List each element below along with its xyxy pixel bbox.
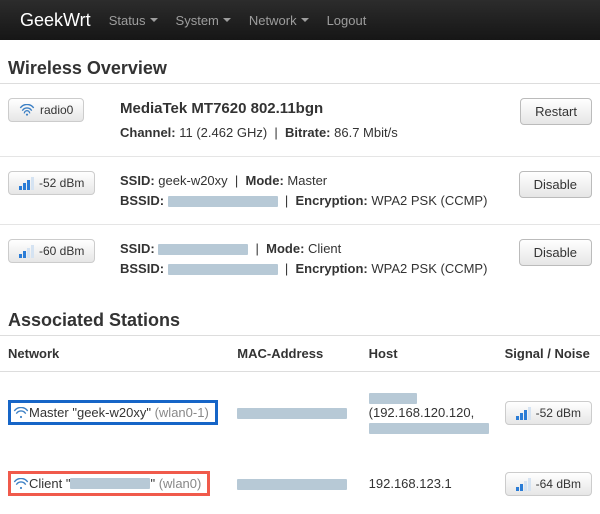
chevron-down-icon bbox=[301, 18, 309, 22]
station-signal-master[interactable]: -52 dBm bbox=[505, 401, 592, 425]
navbar: GeekWrt Status System Network Logout bbox=[0, 0, 600, 40]
stations-table: Network MAC-Address Host Signal / Noise … bbox=[0, 335, 600, 514]
signal-bars-icon bbox=[19, 244, 35, 258]
mode-label: Mode: bbox=[266, 241, 304, 256]
bitrate-label: Bitrate: bbox=[285, 125, 331, 140]
ssid-value: geek-w20xy bbox=[158, 173, 227, 188]
signal-bars-icon bbox=[516, 406, 532, 420]
radio0-button[interactable]: radio0 bbox=[8, 98, 84, 122]
ssid-row-master: -52 dBm SSID: geek-w20xy | Mode: Master … bbox=[0, 157, 600, 225]
net-prefix: Master " bbox=[29, 405, 77, 420]
network-cell-client[interactable]: Client " " (wlan0) bbox=[8, 471, 210, 496]
mode-value: Client bbox=[308, 241, 341, 256]
net-iface: (wlan0-1) bbox=[155, 405, 209, 420]
signal-bars-icon bbox=[19, 176, 35, 190]
net-name: geek-w20xy bbox=[77, 405, 146, 420]
net-suffix: " bbox=[146, 405, 151, 420]
ssid-label: SSID: bbox=[120, 173, 155, 188]
host-ip: 192.168.123.1 bbox=[369, 476, 452, 491]
chevron-down-icon bbox=[150, 18, 158, 22]
station-signal-client[interactable]: -64 dBm bbox=[505, 472, 592, 496]
encryption-value: WPA2 PSK (CCMP) bbox=[371, 261, 487, 276]
restart-button[interactable]: Restart bbox=[520, 98, 592, 125]
wifi-icon bbox=[19, 104, 35, 116]
encryption-label: Encryption: bbox=[296, 193, 368, 208]
wireless-overview-heading: Wireless Overview bbox=[8, 58, 600, 79]
channel-label: Channel: bbox=[120, 125, 176, 140]
nav-network[interactable]: Network bbox=[249, 13, 309, 28]
chevron-down-icon bbox=[223, 18, 231, 22]
encryption-label: Encryption: bbox=[296, 261, 368, 276]
bssid-label: BSSID: bbox=[120, 261, 164, 276]
col-host: Host bbox=[361, 336, 497, 372]
signal-value: -60 dBm bbox=[39, 244, 84, 258]
wifi-icon bbox=[13, 407, 29, 419]
redacted-mac bbox=[237, 479, 347, 490]
network-cell-master[interactable]: Master "geek-w20xy" (wlan0-1) bbox=[8, 400, 218, 425]
net-suffix: " bbox=[150, 476, 155, 491]
redacted-ssid bbox=[70, 478, 150, 489]
host-ip: (192.168.120.120, bbox=[369, 405, 475, 420]
net-iface: (wlan0) bbox=[159, 476, 202, 491]
wifi-icon bbox=[13, 478, 29, 490]
col-mac: MAC-Address bbox=[229, 336, 360, 372]
nav-logout[interactable]: Logout bbox=[327, 13, 367, 28]
nav-system[interactable]: System bbox=[176, 13, 231, 28]
wireless-overview-section: radio0 MediaTek MT7620 802.11bgn Channel… bbox=[0, 83, 600, 292]
encryption-value: WPA2 PSK (CCMP) bbox=[371, 193, 487, 208]
radio-hw-row: radio0 MediaTek MT7620 802.11bgn Channel… bbox=[0, 84, 600, 157]
ssid-label: SSID: bbox=[120, 241, 155, 256]
redacted-bssid bbox=[168, 264, 278, 275]
radio0-label: radio0 bbox=[40, 103, 73, 117]
net-prefix: Client " bbox=[29, 476, 70, 491]
ssid-row-client: -60 dBm SSID: | Mode: Client BSSID: | En… bbox=[0, 225, 600, 292]
disable-button[interactable]: Disable bbox=[519, 239, 592, 266]
redacted-bssid bbox=[168, 196, 278, 207]
nav-status[interactable]: Status bbox=[109, 13, 158, 28]
mode-value: Master bbox=[287, 173, 327, 188]
signal-value: -52 dBm bbox=[39, 176, 84, 190]
signal-badge-master[interactable]: -52 dBm bbox=[8, 171, 95, 195]
bssid-label: BSSID: bbox=[120, 193, 164, 208]
disable-button[interactable]: Disable bbox=[519, 171, 592, 198]
station-signal-value: -64 dBm bbox=[536, 477, 581, 491]
station-row: Client " " (wlan0) 192.168.123.1 -64 dBm bbox=[0, 453, 600, 514]
signal-badge-client[interactable]: -60 dBm bbox=[8, 239, 95, 263]
signal-bars-icon bbox=[516, 477, 532, 491]
redacted-hostname bbox=[369, 393, 417, 404]
redacted-host-extra bbox=[369, 423, 489, 434]
station-signal-value: -52 dBm bbox=[536, 406, 581, 420]
hardware-name: MediaTek MT7620 802.11bgn bbox=[120, 98, 500, 121]
redacted-mac bbox=[237, 408, 347, 419]
col-signal: Signal / Noise bbox=[497, 336, 600, 372]
redacted-ssid bbox=[158, 244, 248, 255]
channel-value: 11 (2.462 GHz) bbox=[179, 125, 267, 140]
bitrate-value: 86.7 Mbit/s bbox=[334, 125, 398, 140]
associated-stations-heading: Associated Stations bbox=[8, 310, 600, 331]
brand: GeekWrt bbox=[20, 10, 91, 31]
mode-label: Mode: bbox=[246, 173, 284, 188]
col-network: Network bbox=[0, 336, 229, 372]
station-row: Master "geek-w20xy" (wlan0-1) (192.168.1… bbox=[0, 372, 600, 454]
